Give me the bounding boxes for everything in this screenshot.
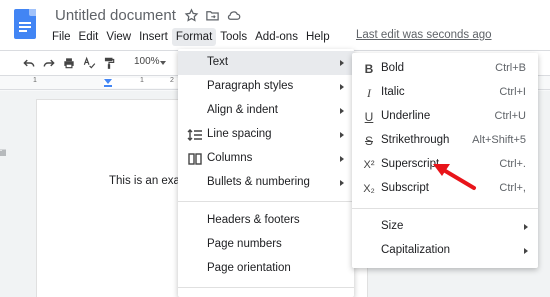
menu-item-label: Paragraph styles — [207, 80, 294, 92]
menu-item-label: Bold — [381, 62, 405, 74]
text-submenu-item-capitalization[interactable]: Capitalization — [352, 239, 538, 263]
menu-item-label: Page orientation — [207, 262, 291, 274]
chevron-down-icon — [160, 61, 166, 65]
redo-icon[interactable] — [42, 56, 56, 70]
format-menu-item-align-indent[interactable]: Align & indent — [178, 99, 354, 123]
line-spacing-icon — [187, 129, 202, 141]
underline-icon: U — [364, 110, 374, 124]
last-edit-link[interactable]: Last edit was seconds ago — [356, 29, 492, 41]
format-menu-item-bullets[interactable]: Bullets & numbering — [178, 171, 354, 195]
strikethrough-icon: S — [364, 134, 373, 148]
italic-icon: I — [367, 86, 371, 100]
ruler-number: 1 — [140, 77, 144, 84]
menu-item-label: Strikethrough — [381, 134, 450, 146]
menu-bar: File Edit View Insert Format Tools Add-o… — [48, 28, 334, 46]
menu-item-label: Columns — [207, 152, 253, 164]
text-submenu-item-strikethrough[interactable]: S Strikethrough Alt+Shift+5 — [352, 129, 538, 153]
spellcheck-icon[interactable] — [82, 56, 96, 70]
ruler-number: 1 — [33, 77, 37, 84]
indent-marker-icon[interactable] — [104, 79, 112, 84]
subscript-icon: X₂ — [363, 183, 375, 195]
menu-item-label: Subscript — [381, 182, 429, 194]
menu-item-label: Size — [381, 220, 404, 232]
shortcut-label: Ctrl+, — [499, 182, 526, 194]
menu-tools[interactable]: Tools — [216, 28, 251, 46]
menu-item-label: Headers & footers — [207, 214, 300, 226]
menu-item-label: Line spacing — [207, 128, 272, 140]
format-menu-item-page-numbers[interactable]: Page numbers — [178, 233, 354, 257]
chevron-right-icon — [340, 60, 344, 66]
menu-item-label: Italic — [381, 86, 405, 98]
move-folder-icon[interactable] — [205, 8, 220, 23]
menu-divider — [178, 287, 354, 288]
superscript-icon: X² — [363, 159, 375, 171]
docs-logo-icon[interactable] — [14, 9, 36, 39]
paint-format-icon[interactable] — [102, 56, 116, 70]
star-icon[interactable] — [184, 8, 199, 23]
menu-insert[interactable]: Insert — [135, 28, 172, 46]
outline-hint: ill — [0, 148, 6, 158]
text-submenu-item-bold[interactable]: B Bold Ctrl+B — [352, 57, 538, 81]
format-menu-item-columns[interactable]: Columns — [178, 147, 354, 171]
menu-divider — [352, 208, 538, 209]
menu-format[interactable]: Format — [171, 28, 217, 46]
format-menu-item-paragraph-styles[interactable]: Paragraph styles — [178, 75, 354, 99]
menu-item-label: Page numbers — [207, 238, 282, 250]
menu-file[interactable]: File — [48, 28, 75, 46]
cloud-status-icon[interactable] — [226, 8, 241, 23]
print-icon[interactable] — [62, 56, 76, 70]
menu-edit[interactable]: Edit — [75, 28, 103, 46]
menu-item-label: Capitalization — [381, 244, 451, 256]
format-menu-item-page-orientation[interactable]: Page orientation — [178, 257, 354, 281]
chevron-right-icon — [340, 84, 344, 90]
document-title[interactable]: Untitled document — [55, 7, 176, 24]
chevron-right-icon — [524, 224, 528, 230]
shortcut-label: Alt+Shift+5 — [472, 134, 526, 146]
menu-item-label: Text — [207, 56, 229, 68]
text-submenu-item-size[interactable]: Size — [352, 215, 538, 239]
undo-icon[interactable] — [22, 56, 36, 70]
document-body-text[interactable]: This is an exa — [109, 175, 180, 187]
columns-icon — [188, 153, 202, 165]
menu-view[interactable]: View — [102, 28, 135, 46]
shortcut-label: Ctrl+I — [499, 86, 526, 98]
chevron-right-icon — [340, 156, 344, 162]
format-menu-item-line-spacing[interactable]: Line spacing — [178, 123, 354, 147]
app-header: Untitled document File Edit View Insert … — [0, 0, 550, 50]
menu-divider — [178, 201, 354, 202]
shortcut-label: Ctrl+U — [494, 110, 526, 122]
annotation-arrow-icon — [433, 164, 476, 190]
chevron-right-icon — [340, 108, 344, 114]
bold-icon: B — [364, 62, 374, 76]
zoom-select[interactable]: 100% — [134, 56, 160, 67]
shortcut-label: Ctrl+B — [495, 62, 526, 74]
format-menu: Text Paragraph styles Align & indent Lin… — [178, 49, 354, 297]
menu-addons[interactable]: Add-ons — [251, 28, 302, 46]
ruler-number: 2 — [170, 77, 174, 84]
menu-help[interactable]: Help — [302, 28, 334, 46]
text-submenu-item-italic[interactable]: I Italic Ctrl+I — [352, 81, 538, 105]
shortcut-label: Ctrl+. — [499, 158, 526, 170]
chevron-right-icon — [340, 180, 344, 186]
chevron-right-icon — [340, 132, 344, 138]
first-line-indent-icon[interactable] — [104, 85, 112, 87]
menu-item-label: Align & indent — [207, 104, 278, 116]
menu-item-label: Underline — [381, 110, 431, 122]
text-submenu-item-underline[interactable]: U Underline Ctrl+U — [352, 105, 538, 129]
chevron-right-icon — [524, 248, 528, 254]
format-menu-item-text[interactable]: Text — [178, 51, 354, 75]
format-menu-item-headers-footers[interactable]: Headers & footers — [178, 209, 354, 233]
menu-item-label: Bullets & numbering — [207, 176, 310, 188]
